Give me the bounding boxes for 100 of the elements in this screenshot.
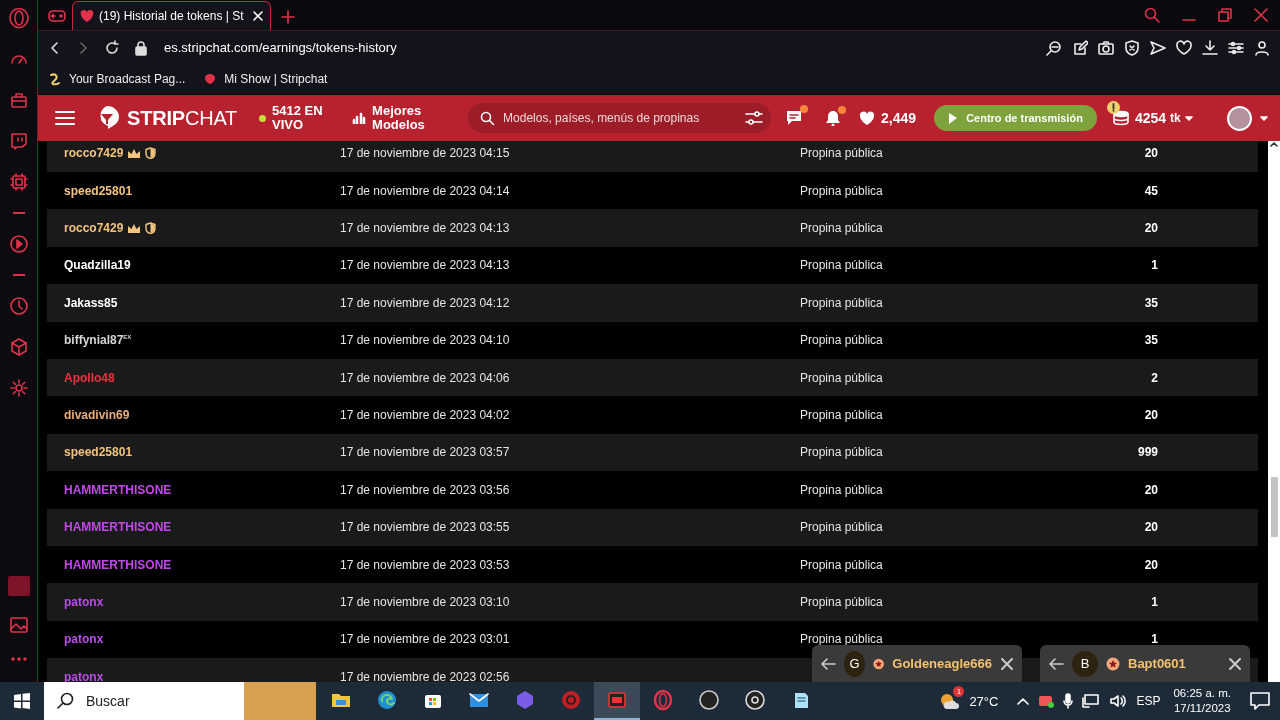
taskbar-search-field[interactable]: Buscar <box>44 682 316 720</box>
chat-window-tab[interactable]: G Goldeneagle666 <box>812 645 1022 682</box>
heart-icon[interactable] <box>1176 39 1192 56</box>
app-icon <box>698 689 720 711</box>
exclamation-icon <box>1111 103 1115 112</box>
avatar: G <box>844 650 865 677</box>
amount-cell: 20 <box>1144 520 1158 535</box>
top-models-link[interactable]: Mejores Modelos <box>372 104 429 132</box>
reload-icon[interactable] <box>104 39 120 56</box>
close-icon[interactable] <box>1000 656 1014 671</box>
download-icon[interactable] <box>1202 39 1218 56</box>
date-cell-text: 17 de noviembre de 2023 03:57 <box>340 445 511 460</box>
chat-username[interactable]: Bapt0601 <box>1128 656 1220 671</box>
app-icon <box>514 689 536 711</box>
type-cell-text: Propina pública <box>800 370 884 385</box>
weather-icon[interactable] <box>938 691 961 711</box>
chat-username[interactable]: Goldeneagle666 <box>892 656 992 671</box>
crown-icon <box>127 222 142 234</box>
date-cell-text: 17 de noviembre de 2023 04:13 <box>340 258 511 273</box>
username-link[interactable]: HAMMERTHISONE <box>64 520 172 535</box>
amount-cell: 20 <box>1144 557 1158 572</box>
amount-cell: 20 <box>1144 482 1158 497</box>
username-link[interactable]: HAMMERTHISONE <box>64 557 172 572</box>
token-unit: tk <box>1170 111 1181 125</box>
caret-icon[interactable] <box>1184 115 1193 121</box>
windows-icon[interactable] <box>13 692 31 710</box>
amount-cell: 1 <box>1151 632 1158 647</box>
search-field[interactable]: Modelos, países, menús de propinas <box>468 103 772 133</box>
scroll-up-icon[interactable] <box>1270 141 1278 147</box>
star-icon <box>1106 656 1120 671</box>
date-cell-text: 17 de noviembre de 2023 03:01 <box>340 632 511 647</box>
username-link[interactable]: Apollo48 <box>64 370 115 385</box>
bell-icon[interactable] <box>825 110 842 126</box>
play-icon[interactable] <box>7 233 30 255</box>
zoom-out-icon[interactable] <box>1046 39 1062 56</box>
clock-date[interactable]: 17/11/2023 <box>1173 701 1231 716</box>
amount-cell: 35 <box>1144 333 1158 348</box>
live-count[interactable]: 5412 EN VIVO <box>272 104 331 132</box>
recorder-icon[interactable] <box>1038 694 1055 708</box>
username-link[interactable]: speed25801 <box>64 445 133 460</box>
username-link[interactable]: Quadzilla19 <box>64 258 131 273</box>
caret-up-icon[interactable] <box>1017 697 1030 705</box>
filter-icon[interactable] <box>745 110 764 126</box>
date-cell-text: 17 de noviembre de 2023 04:12 <box>340 295 511 310</box>
username-link[interactable]: patonx <box>64 595 104 609</box>
search-icon <box>480 110 496 126</box>
send-icon[interactable] <box>1150 39 1166 56</box>
browser-tab[interactable]: (19) Historial de tokens | St <box>72 1 271 30</box>
username-link[interactable]: rocco7429 <box>64 221 124 236</box>
caret-icon[interactable] <box>1259 115 1268 121</box>
settings-icon[interactable] <box>7 377 30 399</box>
username-link[interactable]: biffynial87$^{EX}$ <box>64 333 132 348</box>
back-icon[interactable] <box>1048 656 1064 671</box>
opera-logo-icon[interactable] <box>7 7 30 29</box>
username-link[interactable]: speed25801 <box>64 183 133 198</box>
taskbar-app[interactable] <box>594 682 640 720</box>
bookmark-link[interactable]: Your Broadcast Pag... <box>69 72 186 86</box>
sliders-icon[interactable] <box>1228 39 1244 56</box>
username-link[interactable]: HAMMERTHISONE <box>64 482 172 497</box>
app-icon <box>606 689 628 711</box>
temperature[interactable]: 27°C <box>969 693 999 709</box>
search-icon[interactable] <box>1144 7 1160 23</box>
date-cell-text: 17 de noviembre de 2023 04:14 <box>340 183 511 198</box>
image-icon[interactable] <box>7 614 30 636</box>
favorites-count[interactable]: 2,449 <box>881 110 917 126</box>
type-cell-text: Propina pública <box>800 595 884 609</box>
date-cell-text: 17 de noviembre de 2023 03:53 <box>340 557 511 572</box>
notifications-icon[interactable] <box>1250 692 1270 710</box>
close-icon[interactable] <box>1228 656 1242 671</box>
language-indicator[interactable]: ESP <box>1136 694 1161 708</box>
taskbar-search-input[interactable]: Buscar <box>84 692 234 710</box>
edit-icon[interactable] <box>1072 39 1088 56</box>
back-icon[interactable] <box>820 656 836 671</box>
chip-icon[interactable] <box>7 171 30 193</box>
microphone-icon[interactable] <box>1063 693 1074 709</box>
volume-icon[interactable] <box>1109 693 1128 709</box>
username-link[interactable]: Jakass85 <box>64 295 118 310</box>
camera-icon[interactable] <box>1098 39 1114 56</box>
plus-icon[interactable] <box>280 10 295 24</box>
message-icon[interactable] <box>785 109 804 127</box>
network-icon[interactable] <box>1082 693 1101 709</box>
date-cell-text: 17 de noviembre de 2023 04:13 <box>340 221 511 236</box>
menu-icon[interactable] <box>55 110 75 126</box>
bookmark-link[interactable]: Mi Show | Stripchat <box>224 72 328 86</box>
logo-text[interactable]: STRIPCHAT <box>127 106 238 130</box>
clock-time[interactable]: 06:25 a. m. <box>1173 686 1231 701</box>
search-input[interactable]: Modelos, países, menús de propinas <box>501 110 740 126</box>
username-link[interactable]: rocco7429 <box>64 146 124 160</box>
scrollbar-thumb[interactable] <box>1270 477 1278 537</box>
avatar[interactable] <box>1226 105 1252 131</box>
url-field[interactable]: es.stripchat.com/earnings/tokens-history <box>164 40 397 55</box>
restore-icon[interactable] <box>1218 8 1232 22</box>
play-icon <box>948 112 959 124</box>
user-icon[interactable] <box>1254 39 1270 56</box>
username-link[interactable]: patonx <box>64 632 104 647</box>
chat-window-tab[interactable]: B Bapt0601 <box>1040 645 1250 682</box>
shield-icon[interactable] <box>1124 39 1140 56</box>
token-balance[interactable]: 4254 <box>1134 110 1167 126</box>
username-link[interactable]: divadivin69 <box>64 408 130 423</box>
clock-icon[interactable] <box>7 295 30 317</box>
